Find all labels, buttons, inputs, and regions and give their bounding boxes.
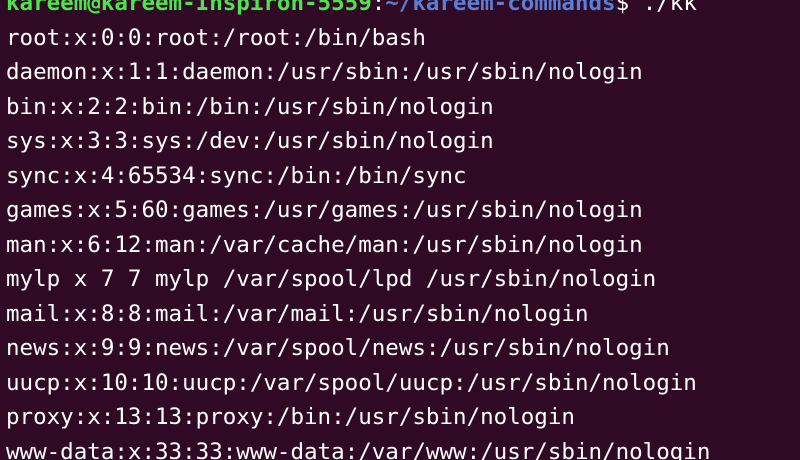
output-line: mylp x 7 7 mylp /var/spool/lpd /usr/sbin…: [6, 266, 657, 292]
output-line: sync:x:4:65534:sync:/bin:/bin/sync: [6, 162, 467, 189]
output-line: uucp:x:10:10:uucp:/var/spool/uucp:/usr/s…: [6, 369, 697, 396]
terminal-window[interactable]: kareem@kareem-Inspiron-5559:~/kareem-com…: [0, 0, 800, 460]
output-line: www-data:x:33:33:www-data:/var/www:/usr/…: [6, 438, 711, 460]
prompt-symbol: $: [615, 0, 643, 16]
output-line: news:x:9:9:news:/var/spool/news:/usr/sbi…: [6, 335, 670, 361]
output-line: bin:x:2:2:bin:/bin:/usr/sbin/nologin: [6, 93, 494, 120]
prompt-command: ./kk: [642, 0, 697, 16]
prompt-user-host: kareem@kareem-Inspiron-5559: [6, 0, 372, 16]
output-line: proxy:x:13:13:proxy:/bin:/usr/sbin/nolog…: [6, 404, 575, 430]
prompt-separator: :: [371, 0, 386, 16]
output-line: daemon:x:1:1:daemon:/usr/sbin:/usr/sbin/…: [6, 59, 643, 85]
prompt-line: kareem@kareem-Inspiron-5559:~/kareem-com…: [6, 0, 710, 21]
output-line: mail:x:8:8:mail:/var/mail:/usr/sbin/nolo…: [6, 300, 589, 327]
output-line: games:x:5:60:games:/usr/games:/usr/sbin/…: [6, 197, 643, 223]
prompt-cwd: ~/kareem-commands: [385, 0, 616, 16]
output-line: man:x:6:12:man:/var/cache/man:/usr/sbin/…: [6, 231, 643, 258]
output-line: root:x:0:0:root:/root:/bin/bash: [6, 24, 426, 51]
terminal-output: kareem@kareem-Inspiron-5559:~/kareem-com…: [6, 0, 710, 460]
output-line: sys:x:3:3:sys:/dev:/usr/sbin/nologin: [6, 128, 494, 154]
